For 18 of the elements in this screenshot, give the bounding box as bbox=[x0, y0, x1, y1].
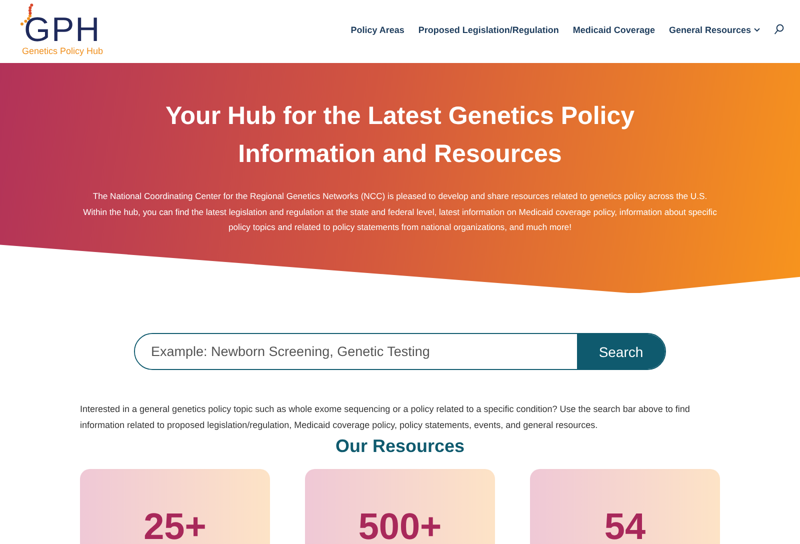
section-heading: Our Resources bbox=[334, 435, 466, 457]
stat-value: 25+ bbox=[144, 507, 206, 544]
search-icon[interactable] bbox=[774, 24, 784, 35]
search-button[interactable]: Search bbox=[577, 334, 665, 369]
stat-value: 500+ bbox=[358, 507, 442, 544]
search-field[interactable]: Example: Newborn Screening, Genetic Testing Search bbox=[134, 333, 666, 370]
chevron-down-icon bbox=[754, 28, 760, 32]
logo-letters: GPH bbox=[24, 14, 101, 46]
hero-title: Your Hub for the Latest Genetics Policy Information and Resources bbox=[164, 101, 636, 170]
nav-link[interactable]: Policy Areas bbox=[350, 24, 404, 34]
nav-link[interactable]: Proposed Legislation/Regulation bbox=[418, 24, 559, 34]
logo[interactable]: GPH Genetics Policy Hub bbox=[18, 8, 104, 56]
hero-description: The National Coordinating Center for the Regional Genetics Networks (NCC) is pleased to develop and share resources related to genetics policy across the U.S. Within the hub, you can find the latest legislation and regulation at the state and federal level, latest information on Medicaid coverage policy, information about specific policy topics and related to policy statements from national organizations, and much more! bbox=[82, 190, 718, 234]
nav-link[interactable]: General Resources bbox=[668, 24, 760, 34]
stat-value: 54 bbox=[604, 507, 646, 544]
nav-link[interactable]: Medicaid Coverage bbox=[572, 24, 655, 34]
logo-tagline: Genetics Policy Hub bbox=[22, 46, 104, 56]
intro-text: Interested in a general genetics policy topic such as whole exome sequencing or a policy related to a specific condition? Use the search bar above to find information related to proposed legislation/regulation, Medicaid coverage policy, policy statements, events, and general resources. bbox=[80, 403, 691, 432]
